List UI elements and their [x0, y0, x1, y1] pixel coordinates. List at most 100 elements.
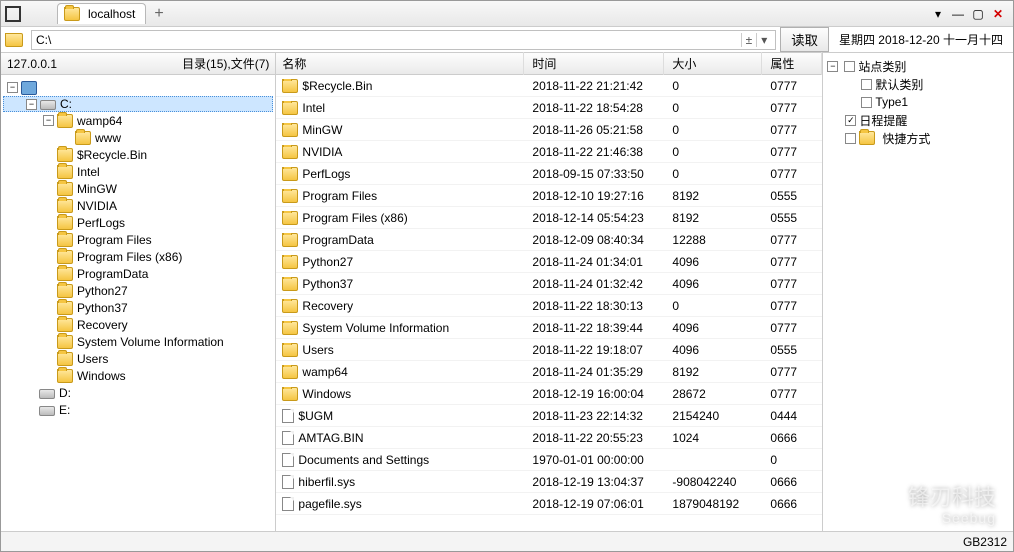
tree-item[interactable]: −wamp64: [3, 112, 273, 129]
file-row[interactable]: MinGW2018-11-26 05:21:5800777: [276, 119, 822, 141]
status-bar: GB2312: [1, 531, 1013, 551]
file-row[interactable]: Python372018-11-24 01:32:4240960777: [276, 273, 822, 295]
side-item-label: 快捷方式: [882, 130, 930, 147]
tree-item[interactable]: Python37: [3, 299, 273, 316]
file-row[interactable]: $Recycle.Bin2018-11-22 21:21:4200777: [276, 75, 822, 97]
new-tab-button[interactable]: +: [146, 5, 171, 23]
file-row[interactable]: NVIDIA2018-11-22 21:46:3800777: [276, 141, 822, 163]
tree-item[interactable]: MinGW: [3, 180, 273, 197]
computer-icon: [21, 81, 37, 95]
address-dropdown[interactable]: ▾: [756, 33, 771, 47]
checkbox-icon[interactable]: [844, 61, 855, 72]
spacer: [43, 234, 54, 245]
tree-header: 127.0.0.1 目录(15),文件(7): [1, 53, 275, 75]
file-size: 0: [664, 123, 762, 137]
tree-item[interactable]: −C:: [3, 96, 273, 112]
side-item[interactable]: 快捷方式: [827, 129, 1009, 147]
list-header: 名称 时间 大小 属性: [276, 53, 822, 75]
tree-item[interactable]: NVIDIA: [3, 197, 273, 214]
tree-item[interactable]: Windows: [3, 367, 273, 384]
tree-item[interactable]: PerfLogs: [3, 214, 273, 231]
tree-item[interactable]: www: [3, 129, 273, 146]
window-dropdown-button[interactable]: ▾: [929, 6, 947, 22]
tree-item[interactable]: D:: [3, 384, 273, 401]
file-attr: 0777: [762, 145, 822, 159]
col-size[interactable]: 大小: [664, 52, 762, 75]
file-attr: 0777: [762, 79, 822, 93]
file-row[interactable]: hiberfil.sys2018-12-19 13:04:37-90804224…: [276, 471, 822, 493]
file-row[interactable]: System Volume Information2018-11-22 18:3…: [276, 317, 822, 339]
tree-item[interactable]: Program Files: [3, 231, 273, 248]
side-root[interactable]: − 站点类别: [827, 57, 1009, 75]
minus-icon[interactable]: −: [43, 115, 54, 126]
tree-item[interactable]: Users: [3, 350, 273, 367]
file-row[interactable]: pagefile.sys2018-12-19 07:06:01187904819…: [276, 493, 822, 515]
checkbox-icon[interactable]: [861, 79, 872, 90]
file-row[interactable]: wamp642018-11-24 01:35:2981920777: [276, 361, 822, 383]
file-row[interactable]: Program Files (x86)2018-12-14 05:54:2381…: [276, 207, 822, 229]
file-row[interactable]: Recovery2018-11-22 18:30:1300777: [276, 295, 822, 317]
file-time: 2018-12-19 07:06:01: [524, 497, 664, 511]
folder-icon: [282, 365, 298, 379]
address-history-up[interactable]: ±: [741, 33, 757, 47]
folder-icon: [859, 131, 875, 145]
side-item[interactable]: 默认类别: [827, 75, 1009, 93]
file-row[interactable]: Users2018-11-22 19:18:0740960555: [276, 339, 822, 361]
col-name[interactable]: 名称: [276, 52, 524, 75]
tree-item[interactable]: System Volume Information: [3, 333, 273, 350]
folder-icon: [57, 216, 73, 230]
folder-icon: [57, 301, 73, 315]
file-time: 2018-12-19 16:00:04: [524, 387, 664, 401]
read-button[interactable]: 读取: [780, 27, 829, 52]
tree-item[interactable]: Intel: [3, 163, 273, 180]
maximize-button[interactable]: ▢: [969, 6, 987, 22]
folder-icon: [282, 277, 298, 291]
file-icon: [282, 453, 294, 467]
checkbox-icon[interactable]: [845, 133, 856, 144]
file-size: 0: [664, 101, 762, 115]
folder-icon: [282, 387, 298, 401]
tree-item[interactable]: $Recycle.Bin: [3, 146, 273, 163]
file-row[interactable]: ProgramData2018-12-09 08:40:34122880777: [276, 229, 822, 251]
minus-icon[interactable]: −: [26, 99, 37, 110]
tree-item[interactable]: Python27: [3, 282, 273, 299]
tab-localhost[interactable]: localhost: [57, 3, 146, 24]
file-time: 2018-12-10 19:27:16: [524, 189, 664, 203]
side-item-label: 日程提醒: [859, 112, 907, 129]
address-box[interactable]: ± ▾: [31, 30, 776, 50]
tree-item[interactable]: Program Files (x86): [3, 248, 273, 265]
minus-icon[interactable]: −: [827, 61, 838, 72]
file-time: 2018-11-22 21:46:38: [524, 145, 664, 159]
file-time: 2018-12-19 13:04:37: [524, 475, 664, 489]
file-row[interactable]: Windows2018-12-19 16:00:04286720777: [276, 383, 822, 405]
tree-item[interactable]: Recovery: [3, 316, 273, 333]
col-attr[interactable]: 属性: [762, 52, 822, 75]
file-row[interactable]: Documents and Settings1970-01-01 00:00:0…: [276, 449, 822, 471]
side-item[interactable]: Type1: [827, 93, 1009, 111]
file-row[interactable]: Program Files2018-12-10 19:27:1681920555: [276, 185, 822, 207]
file-row[interactable]: PerfLogs2018-09-15 07:33:5000777: [276, 163, 822, 185]
address-input[interactable]: [36, 33, 741, 47]
file-attr: 0555: [762, 189, 822, 203]
tree-item[interactable]: ProgramData: [3, 265, 273, 282]
file-name: System Volume Information: [302, 321, 449, 335]
file-row[interactable]: Python272018-11-24 01:34:0140960777: [276, 251, 822, 273]
tree-item[interactable]: E:: [3, 401, 273, 418]
col-time[interactable]: 时间: [524, 52, 664, 75]
checkbox-icon[interactable]: ✓: [845, 115, 856, 126]
folder-icon: [57, 335, 73, 349]
tree-item[interactable]: −: [3, 79, 273, 96]
minimize-button[interactable]: —: [949, 6, 967, 22]
file-row[interactable]: AMTAG.BIN2018-11-22 20:55:2310240666: [276, 427, 822, 449]
close-button[interactable]: ✕: [989, 6, 1007, 22]
file-row[interactable]: $UGM2018-11-23 22:14:3221542400444: [276, 405, 822, 427]
file-attr: 0666: [762, 431, 822, 445]
folder-icon: [282, 101, 298, 115]
app-icon: [5, 6, 21, 22]
file-row[interactable]: Intel2018-11-22 18:54:2800777: [276, 97, 822, 119]
checkbox-icon[interactable]: [861, 97, 872, 108]
spacer: [43, 217, 54, 228]
minus-icon[interactable]: −: [7, 82, 18, 93]
side-item[interactable]: ✓日程提醒: [827, 111, 1009, 129]
tree-item-label: Program Files (x86): [77, 250, 182, 264]
